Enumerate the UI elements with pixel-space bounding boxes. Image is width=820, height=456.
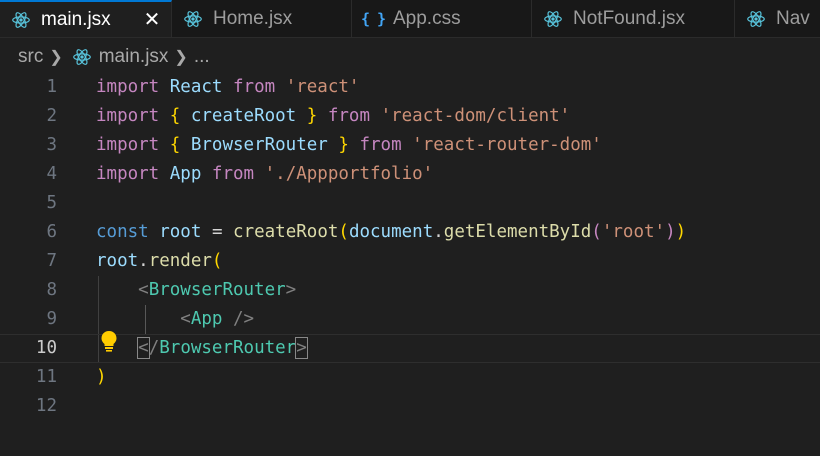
code-line[interactable]: 12 [0, 392, 820, 421]
code-line-current[interactable]: 10 </BrowserRouter> [0, 334, 820, 363]
breadcrumb-folder[interactable]: src [18, 46, 43, 68]
chevron-right-icon: ❯ [49, 49, 63, 66]
react-icon [544, 10, 562, 28]
line-code: import App from './Appportfolio' [96, 164, 434, 184]
line-code: <BrowserRouter> [138, 280, 297, 300]
tab-label: App.css [393, 7, 461, 29]
code-line[interactable]: 1 import React from 'react' [0, 73, 820, 102]
tab-home-jsx[interactable]: Home.jsx [172, 0, 352, 37]
line-number: 9 [46, 309, 57, 329]
line-number: 11 [35, 367, 57, 387]
react-icon [184, 10, 202, 28]
line-code: import { createRoot } from 'react-dom/cl… [96, 106, 571, 126]
react-icon [12, 11, 30, 29]
line-code: <App /> [180, 309, 255, 329]
code-line[interactable]: 6 const root = createRoot(document.getEl… [0, 218, 820, 247]
code-line[interactable]: 2 import { createRoot } from 'react-dom/… [0, 102, 820, 131]
tab-nav[interactable]: Nav [735, 0, 820, 37]
code-line[interactable]: 11 ) [0, 363, 820, 392]
tab-label: NotFound.jsx [573, 7, 685, 29]
tab-app-css[interactable]: { } App.css [352, 0, 532, 37]
code-line[interactable]: 5 [0, 189, 820, 218]
tab-label: Nav [776, 7, 810, 29]
line-code: ) [96, 367, 107, 387]
chevron-right-icon: ❯ [174, 49, 188, 66]
line-number: 4 [46, 164, 57, 184]
breadcrumb-more[interactable]: ... [194, 46, 210, 68]
line-number: 8 [46, 280, 57, 300]
lightbulb-icon[interactable] [100, 330, 118, 352]
tab-label: main.jsx [41, 8, 111, 30]
line-code: const root = createRoot(document.getElem… [96, 222, 687, 242]
css-icon: { } [360, 9, 386, 28]
line-number: 10 [35, 338, 57, 358]
tab-bar: main.jsx ✕ Home.jsx { } App.css NotFound… [0, 0, 820, 38]
code-line[interactable]: 4 import App from './Appportfolio' [0, 160, 820, 189]
line-number: 1 [46, 77, 57, 97]
code-line[interactable]: 7 root.render( [0, 247, 820, 276]
code-editor[interactable]: 1 import React from 'react' 2 import { c… [0, 73, 820, 456]
line-number: 7 [46, 251, 57, 271]
react-icon [72, 48, 91, 66]
line-number: 12 [35, 396, 57, 416]
code-line[interactable]: 9 <App /> [0, 305, 820, 334]
tab-notfound-jsx[interactable]: NotFound.jsx [532, 0, 735, 37]
close-icon[interactable]: ✕ [143, 7, 161, 32]
line-number: 2 [46, 106, 57, 126]
code-line[interactable]: 3 import { BrowserRouter } from 'react-r… [0, 131, 820, 160]
line-code: import { BrowserRouter } from 'react-rou… [96, 135, 602, 155]
line-number: 3 [46, 135, 57, 155]
line-number: 5 [46, 193, 57, 213]
tab-main-jsx[interactable]: main.jsx ✕ [0, 0, 172, 37]
code-line[interactable]: 8 <BrowserRouter> [0, 276, 820, 305]
line-code: </BrowserRouter> [137, 337, 308, 359]
tab-label: Home.jsx [213, 7, 293, 29]
line-code: root.render( [96, 251, 223, 271]
breadcrumb-file[interactable]: main.jsx [99, 46, 169, 68]
line-code: import React from 'react' [96, 77, 360, 97]
breadcrumb: src ❯ main.jsx ❯ ... [0, 38, 820, 76]
line-number: 6 [46, 222, 57, 242]
react-icon [747, 10, 765, 28]
